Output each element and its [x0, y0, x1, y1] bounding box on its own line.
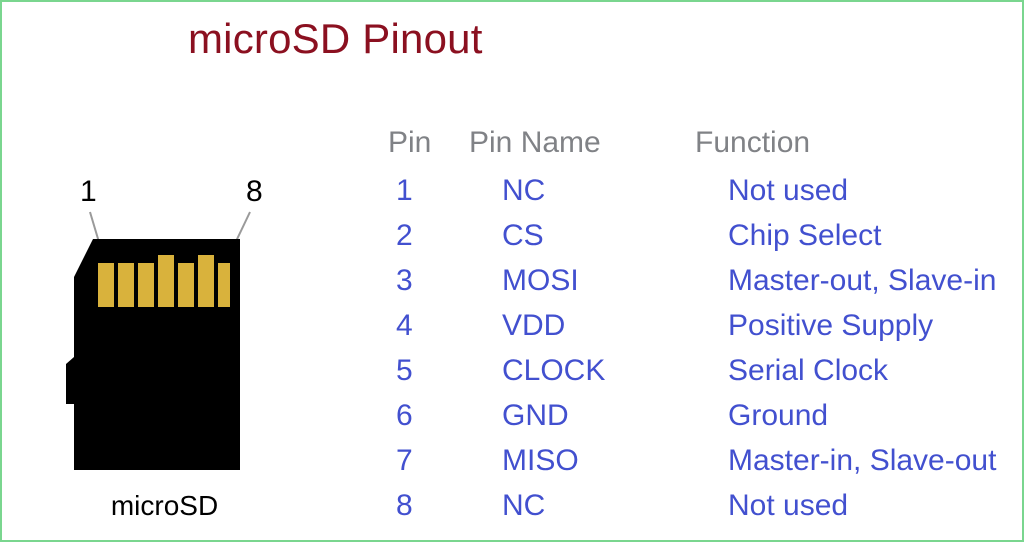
- cell-function: Not used: [728, 174, 849, 207]
- table-row: 6 GND Ground: [388, 399, 1008, 444]
- contact-pad-2: [118, 263, 134, 307]
- card-caption: microSD: [110, 490, 219, 521]
- cell-pin-number: 5: [396, 354, 413, 387]
- cell-pin-name: NC: [502, 174, 546, 207]
- cell-function: Master-out, Slave-in: [728, 264, 997, 297]
- table-row: 3 MOSI Master-out, Slave-in: [388, 264, 1008, 309]
- cell-function: Not used: [728, 489, 849, 522]
- table-row: 8 NC Not used: [388, 489, 1008, 534]
- cell-pin-name: GND: [502, 399, 569, 432]
- cell-pin-name: NC: [502, 489, 546, 522]
- column-header-pin-name: Pin Name: [469, 126, 601, 159]
- cell-pin-number: 1: [396, 174, 413, 207]
- page-title: microSD Pinout: [188, 15, 483, 62]
- column-header-function: Function: [695, 126, 811, 159]
- table-row: 2 CS Chip Select: [388, 219, 1008, 264]
- cell-function: Positive Supply: [728, 309, 934, 342]
- contact-pad-6: [198, 255, 214, 307]
- contact-pad-7: [218, 263, 230, 307]
- cell-function: Ground: [728, 399, 829, 432]
- cell-pin-number: 8: [396, 489, 413, 522]
- column-header-pin: Pin: [388, 126, 432, 159]
- cell-pin-name: MOSI: [502, 264, 579, 297]
- cell-pin-number: 4: [396, 309, 413, 342]
- microsd-card-figure: 1 8 microSD: [52, 167, 302, 532]
- microsd-card-illustration: [66, 211, 251, 470]
- pinout-table: Pin Pin Name Function 1 NC Not used 2 CS…: [388, 126, 1008, 534]
- contact-pad-3: [138, 263, 154, 307]
- cell-pin-number: 7: [396, 444, 413, 477]
- cell-pin-name: CLOCK: [502, 354, 606, 387]
- contact-pad-4: [158, 255, 174, 307]
- cell-pin-name: MISO: [502, 444, 579, 477]
- contact-pad-5: [178, 263, 194, 307]
- table-row: 1 NC Not used: [388, 174, 1008, 219]
- cell-pin-number: 2: [396, 219, 413, 252]
- table-row: 7 MISO Master-in, Slave-out: [388, 444, 1008, 489]
- cell-function: Chip Select: [728, 219, 882, 252]
- cell-pin-number: 3: [396, 264, 413, 297]
- contact-pad-1: [98, 263, 114, 307]
- cell-function: Master-in, Slave-out: [728, 444, 997, 477]
- cell-pin-number: 6: [396, 399, 413, 432]
- table-row: 4 VDD Positive Supply: [388, 309, 1008, 354]
- cell-pin-name: CS: [502, 219, 544, 252]
- cell-pin-name: VDD: [502, 309, 566, 342]
- table-header-row: Pin Pin Name Function: [388, 126, 1008, 174]
- table-row: 5 CLOCK Serial Clock: [388, 354, 1008, 399]
- cell-function: Serial Clock: [728, 354, 889, 387]
- pinout-diagram-page: microSD Pinout 1 8 microSD Pin Pin Name …: [0, 0, 1024, 542]
